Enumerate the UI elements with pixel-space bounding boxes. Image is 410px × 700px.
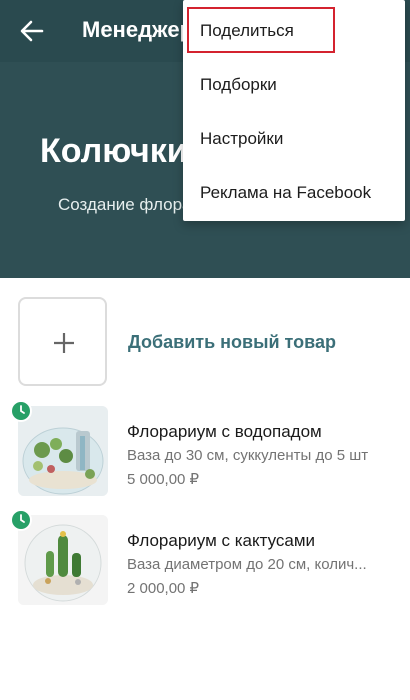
back-arrow-icon[interactable] — [18, 17, 46, 45]
product-price: 5 000,00 ₽ — [127, 471, 200, 488]
product-item[interactable]: Флорариум с водопадом Ваза до 30 см, сук… — [0, 400, 410, 506]
add-product-row[interactable]: Добавить новый товар — [18, 297, 390, 387]
plus-icon — [54, 333, 74, 353]
pending-status-badge — [10, 400, 32, 422]
business-name: Колючки — [40, 132, 188, 170]
product-description: Ваза диаметром до 20 см, колич... — [127, 556, 367, 573]
add-product-label[interactable]: Добавить новый товар — [128, 332, 336, 353]
page-title: Менеджер — [82, 17, 194, 42]
overflow-menu: Поделиться Подборки Настройки Реклама на… — [183, 0, 405, 221]
product-price: 2 000,00 ₽ — [127, 580, 200, 597]
product-item[interactable]: Флорариум с кактусами Ваза диаметром до … — [0, 509, 410, 615]
menu-item-facebook-ads[interactable]: Реклама на Facebook — [183, 166, 405, 220]
product-image[interactable] — [18, 406, 108, 496]
clock-icon — [20, 514, 25, 523]
product-description: Ваза до 30 см, суккуленты до 5 шт — [127, 447, 369, 464]
clock-icon — [20, 405, 25, 414]
florarium-waterfall-image — [18, 406, 108, 496]
product-name: Флорариум с кактусами — [127, 531, 316, 550]
product-name: Флорариум с водопадом — [127, 422, 322, 441]
menu-item-settings[interactable]: Настройки — [183, 112, 405, 166]
pending-status-badge — [10, 509, 32, 531]
menu-item-share[interactable]: Поделиться — [183, 4, 405, 58]
menu-item-collections[interactable]: Подборки — [183, 58, 405, 112]
florarium-cactus-image — [18, 515, 108, 605]
add-product-tile[interactable] — [18, 297, 107, 386]
product-image[interactable] — [18, 515, 108, 605]
